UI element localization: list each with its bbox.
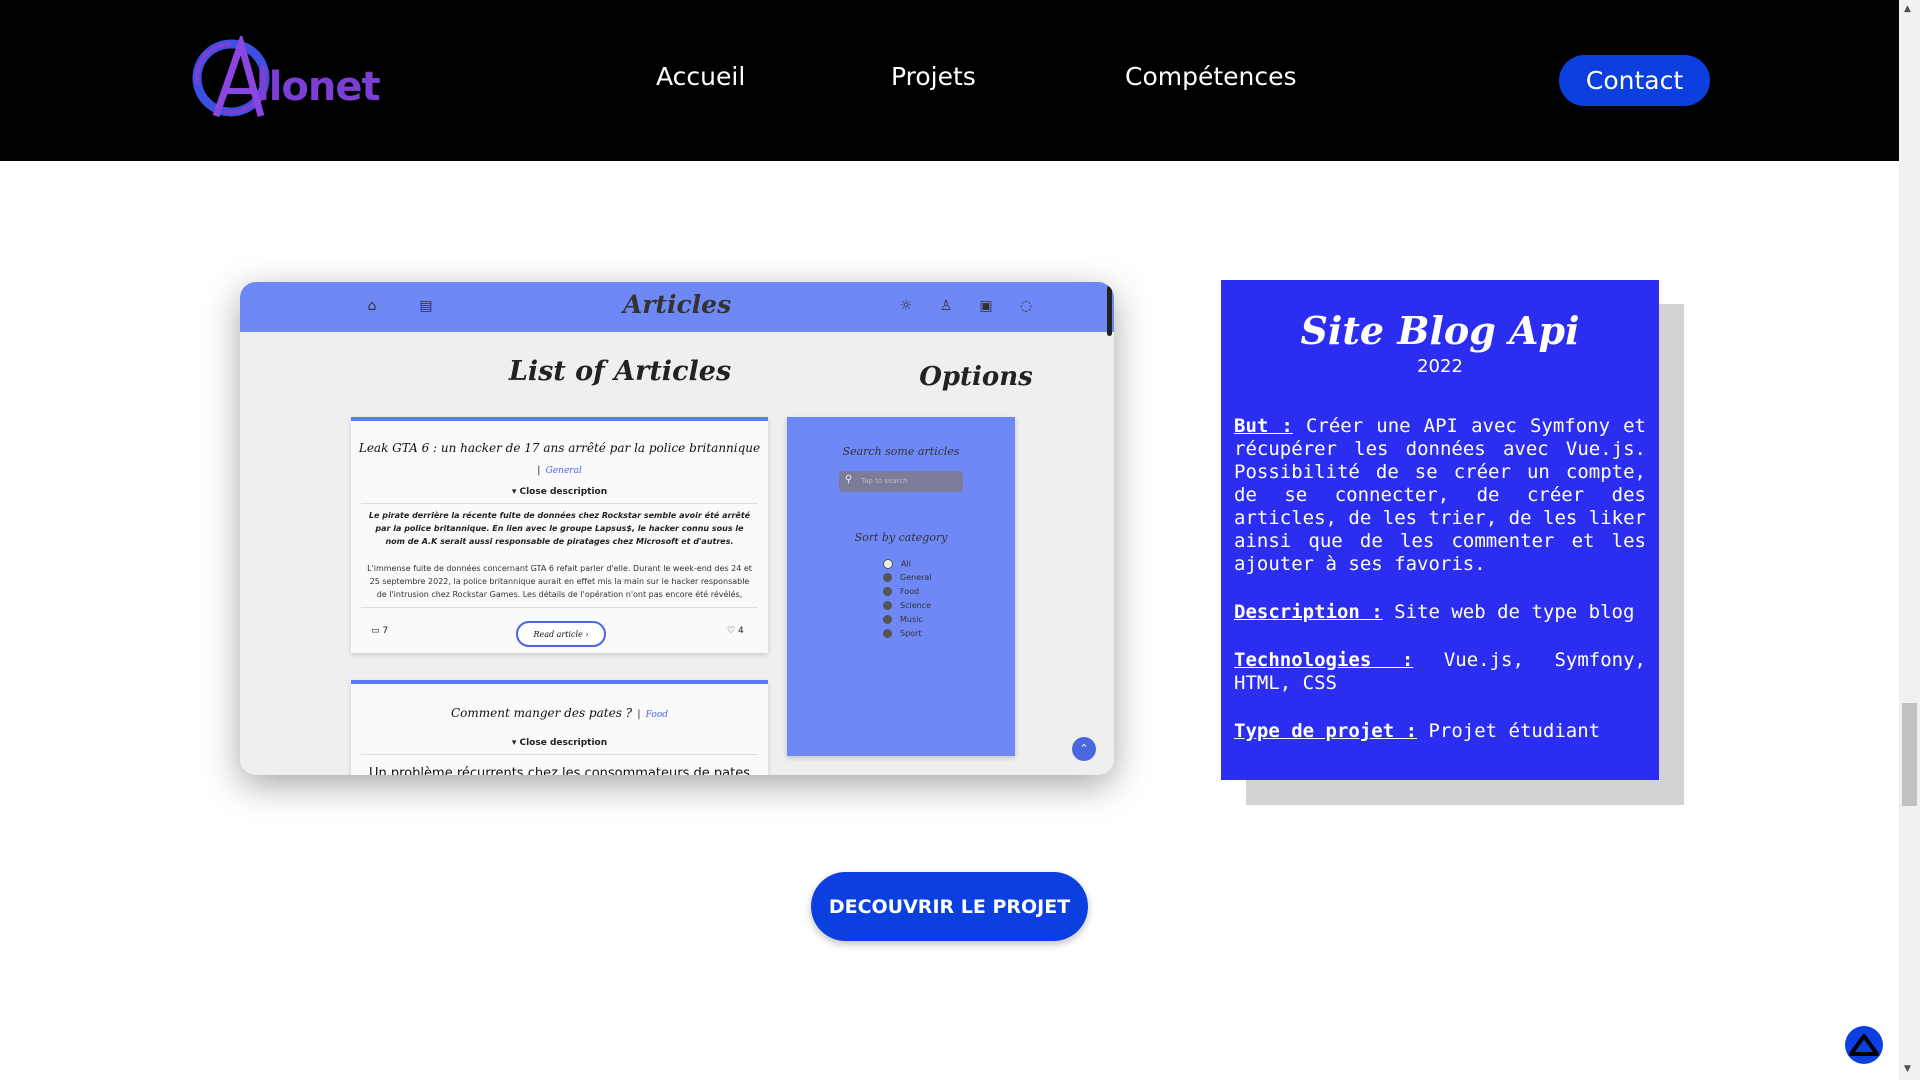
list-title: List of Articles (508, 356, 732, 387)
search-input[interactable]: Tap to search (839, 471, 963, 492)
profile-card-icon: ▣ (979, 298, 993, 314)
sort-label: Sort by category (854, 531, 948, 544)
nav-accueil[interactable]: Accueil (656, 62, 745, 91)
chevron-up-icon: ⌃ (1072, 737, 1096, 761)
search-label: Search some articles (842, 445, 960, 458)
divider (361, 503, 758, 504)
goal-label: But : (1234, 415, 1293, 437)
heart-icon: ♡ (727, 626, 736, 636)
project-technologies: Technologies : Vue.js, Symfony, HTML, CS… (1234, 649, 1646, 695)
read-article-button[interactable]: Read article › (516, 621, 606, 647)
scroll-down-arrow-icon[interactable]: ▼ (1904, 1064, 1911, 1074)
category-radio-general[interactable]: General (883, 573, 932, 583)
scrollbar-thumb[interactable] (1902, 703, 1917, 806)
type-label: Type de projet : (1234, 720, 1418, 742)
article-card: Comment manger des pates ? | Food ▾ Clos… (351, 680, 768, 775)
category-radio-food[interactable]: Food (883, 587, 919, 597)
chevron-right-icon: › (585, 629, 589, 639)
project-title: Site Blog Api (1300, 308, 1580, 353)
radio-icon (883, 559, 893, 569)
radio-icon (883, 601, 892, 610)
likes-count: ♡ 4 (727, 626, 744, 636)
comment-icon: ▭ (371, 626, 380, 636)
article-summary: Le pirate derrière la récente fuite de d… (368, 511, 751, 546)
article-body: L'immense fuite de données concernant GT… (367, 564, 752, 599)
article-title: Comment manger des pates ? (450, 706, 633, 720)
mock-scrollbar (1107, 286, 1112, 336)
radio-icon (883, 573, 892, 582)
article-tag: Food (645, 710, 669, 720)
divider (361, 754, 758, 755)
site-header: llonet Accueil Projets Compétences Conta… (0, 0, 1899, 161)
project-screenshot: ⌂ ▤ Articles ☼ ♙ ▣ ◌ List of Articles Op… (240, 282, 1114, 775)
project-description: Description : Site web de type blog (1234, 601, 1646, 624)
article-card: Leak GTA 6 : un hacker de 17 ans arrêté … (351, 417, 768, 653)
logo-text: llonet (256, 64, 381, 110)
scroll-up-arrow-icon[interactable]: ▲ (1904, 4, 1911, 14)
description-label: Description : (1234, 601, 1383, 623)
options-title: Options (919, 362, 1033, 392)
radio-icon (883, 629, 892, 638)
mock-navbar: ⌂ ▤ Articles ☼ ♙ ▣ ◌ (240, 282, 1114, 336)
project-info-box: Site Blog Api 2022 But : Créer une API a… (1221, 280, 1659, 780)
radio-icon (883, 615, 892, 624)
project-goal: But : Créer une API avec Symfony et récu… (1234, 415, 1646, 576)
search-icon: ⚲ (845, 474, 853, 485)
category-radio-science[interactable]: Science (883, 601, 931, 611)
divider (361, 607, 758, 608)
goal-text: Créer une API avec Symfony et récupérer … (1234, 415, 1646, 575)
user-icon: ♙ (939, 298, 953, 314)
sun-icon: ☼ (899, 298, 913, 314)
project-type: Type de projet : Projet étudiant (1234, 720, 1646, 743)
category-radio-sport[interactable]: Sport (883, 629, 921, 639)
category-radio-music[interactable]: Music (883, 615, 923, 625)
description-text: Site web de type blog (1394, 601, 1635, 623)
comments-count: ▭ 7 (371, 626, 389, 636)
options-panel: Search some articles Tap to search ⚲ Sor… (787, 417, 1015, 756)
article-title: Leak GTA 6 : un hacker de 17 ans arrêté … (358, 441, 761, 455)
radio-icon (883, 587, 892, 596)
type-text: Projet étudiant (1428, 720, 1601, 742)
page-scrollbar[interactable] (1899, 0, 1920, 1080)
article-body: Un problème récurrents chez les consomma… (369, 766, 750, 775)
technologies-label: Technologies : (1234, 649, 1414, 671)
close-description-toggle[interactable]: ▾ Close description (351, 487, 768, 497)
discover-project-button[interactable]: DECOUVRIR LE PROJET (811, 872, 1088, 941)
nav-projets[interactable]: Projets (891, 62, 976, 91)
settings-icon: ◌ (1019, 298, 1033, 314)
category-radio-all[interactable]: All (883, 559, 911, 569)
close-description-toggle[interactable]: ▾ Close description (351, 738, 768, 748)
project-year: 2022 (1417, 356, 1463, 377)
article-tag: General (545, 466, 582, 476)
triangle-up-icon (1849, 1034, 1879, 1056)
back-to-top-button[interactable] (1845, 1026, 1883, 1064)
contact-button[interactable]: Contact (1559, 55, 1710, 106)
nav-competences[interactable]: Compétences (1125, 62, 1297, 91)
